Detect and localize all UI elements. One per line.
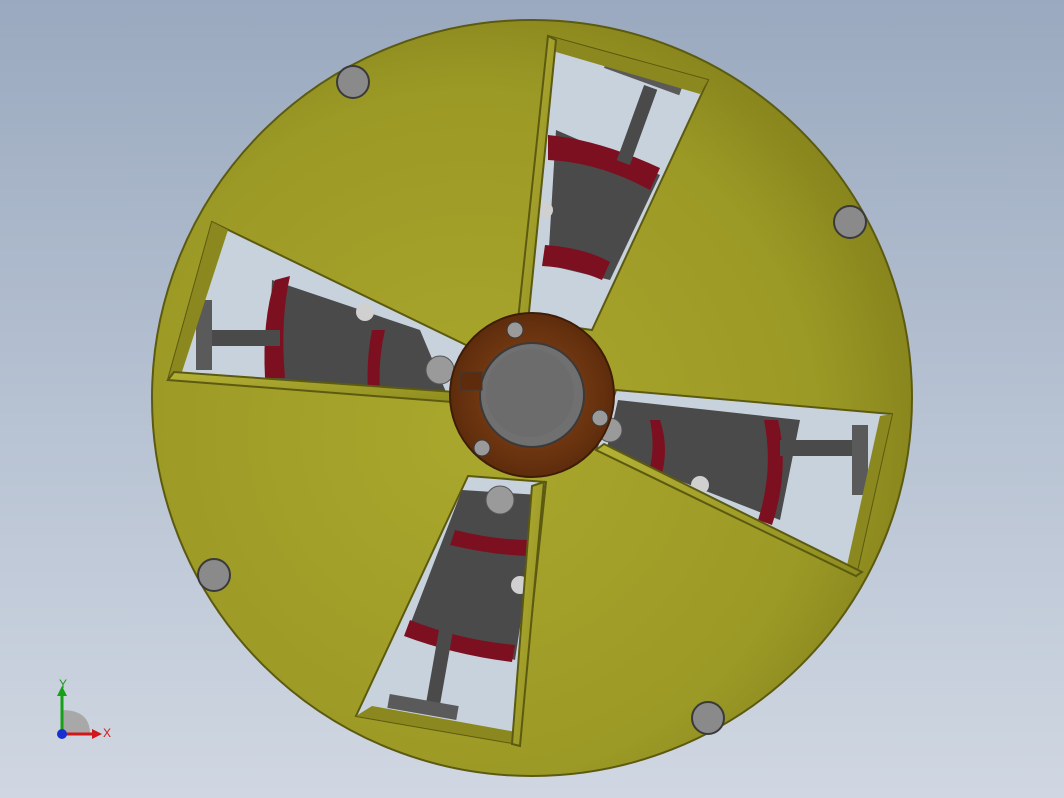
orientation-triad: Y X bbox=[40, 672, 120, 752]
z-axis-dot bbox=[57, 729, 67, 739]
cad-model[interactable] bbox=[0, 0, 1064, 798]
graphics-viewport[interactable]: Y X bbox=[0, 0, 1064, 798]
bolt-bottom-right bbox=[691, 701, 725, 735]
bolt-right bbox=[833, 205, 867, 239]
y-axis-label: Y bbox=[59, 677, 68, 691]
triad-plane-icon bbox=[62, 710, 90, 734]
hub-flange bbox=[449, 312, 615, 478]
bolt-top-left bbox=[336, 65, 370, 99]
x-axis-label: X bbox=[103, 726, 112, 740]
bolt-left bbox=[197, 558, 231, 592]
